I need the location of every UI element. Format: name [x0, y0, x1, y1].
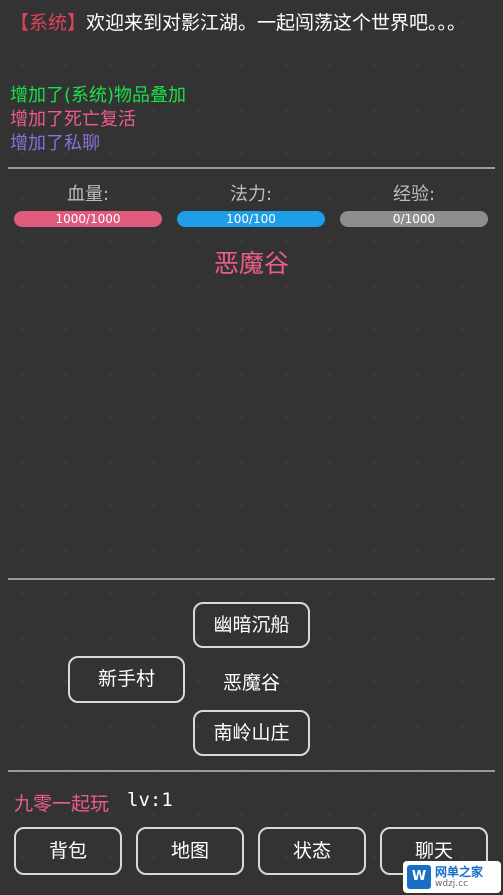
mp-value: 100/100 [226, 212, 276, 226]
player-name: 九零一起玩 [14, 793, 110, 815]
mp-bar: 100/100 [177, 211, 325, 227]
hp-value: 1000/1000 [55, 212, 121, 226]
current-location: 恶魔谷 [222, 672, 280, 694]
site-logo-domain: wdzj.cc [435, 879, 469, 889]
exp-value: 0/1000 [392, 212, 436, 226]
bag-button[interactable]: 背包 [14, 827, 122, 875]
hp-bar: 1000/1000 [14, 211, 162, 227]
divider-bottom [8, 770, 495, 772]
welcome-message: 【系统】欢迎来到对影江湖。一起闯荡这个世界吧。。。 [10, 10, 493, 62]
message-log: 【系统】欢迎来到对影江湖。一起闯荡这个世界吧。。。 增加了(系统)物品叠加 增加… [10, 10, 493, 156]
status-button[interactable]: 状态 [258, 827, 366, 875]
welcome-text: 欢迎来到对影江湖。一起闯荡这个世界吧。。。 [86, 12, 467, 34]
site-logo-title: 网单之家 [435, 865, 484, 879]
exp-label: 经验: [392, 184, 436, 205]
area-title: 恶魔谷 [213, 249, 289, 278]
exp-bar: 0/1000 [340, 211, 488, 227]
map-button[interactable]: 地图 [136, 827, 244, 875]
mp-label: 法力: [229, 184, 273, 205]
map-south-button[interactable]: 南岭山庄 [193, 710, 310, 756]
divider-map [8, 578, 495, 580]
map-west-button[interactable]: 新手村 [68, 656, 185, 703]
map-north-button[interactable]: 幽暗沉船 [193, 602, 310, 648]
site-logo-icon: W [407, 865, 431, 889]
divider-top [8, 167, 495, 169]
log-line-item-stacking: 增加了(系统)物品叠加 [10, 85, 187, 106]
system-tag: 【系统】 [10, 12, 87, 34]
log-line-death-revive: 增加了死亡复活 [10, 109, 136, 130]
log-line-private-chat: 增加了私聊 [10, 133, 100, 154]
hp-label: 血量: [66, 184, 110, 205]
site-watermark-logo: W 网单之家 wdzj.cc [403, 861, 501, 893]
player-level: lv:1 [127, 789, 173, 811]
